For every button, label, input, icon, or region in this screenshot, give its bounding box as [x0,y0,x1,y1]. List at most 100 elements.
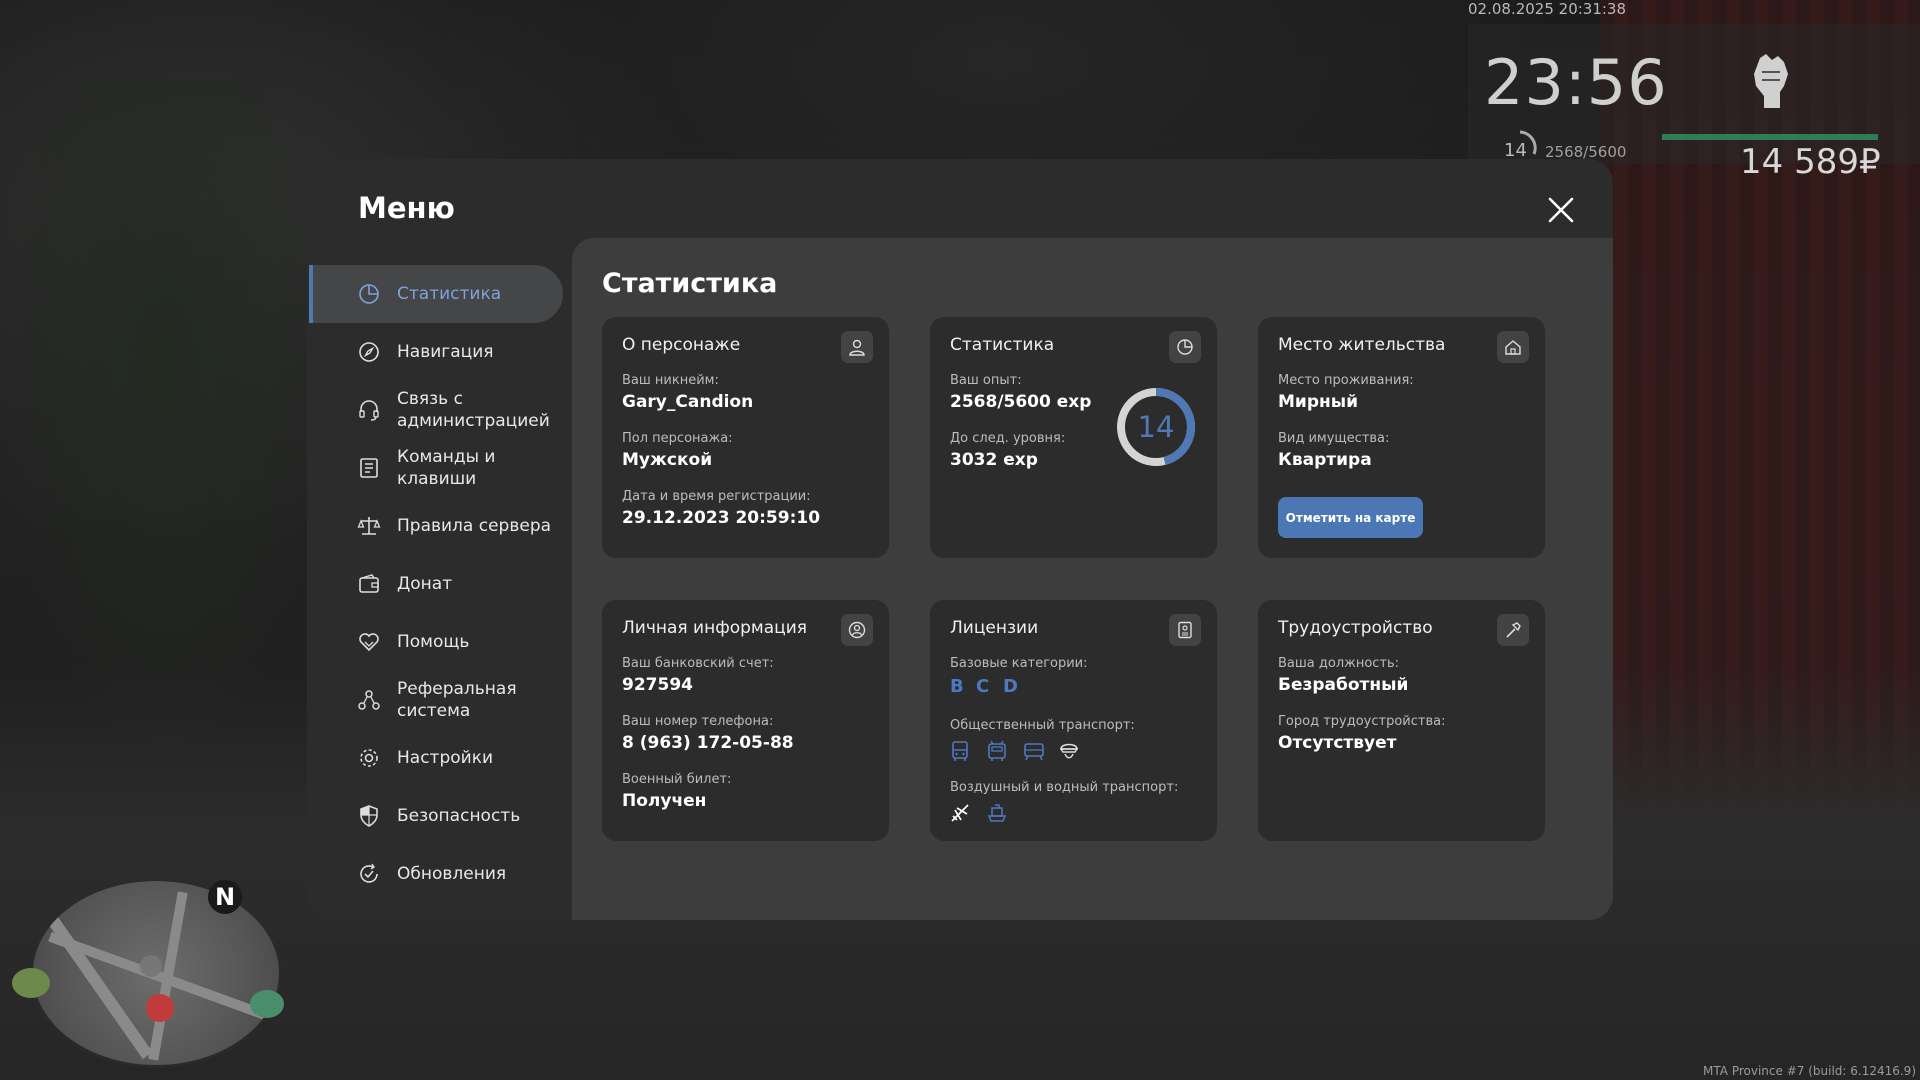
pie-chart-icon [359,284,379,304]
hud-money: 14 589₽ [1740,142,1881,182]
sidebar-item-referral[interactable]: Реферальная система [309,671,563,729]
card-icon-button [1497,331,1529,363]
sidebar-item-rules[interactable]: Правила сервера [309,497,563,555]
license-document-icon [1178,621,1192,639]
card-icon-button [1497,614,1529,646]
property-type-value: Квартира [1278,450,1372,470]
position-value: Безработный [1278,675,1409,695]
gender-value: Мужской [622,450,713,470]
registration-label: Дата и время регистрации: [622,489,811,504]
level-number: 14 [1138,410,1175,444]
phone-label: Ваш номер телефона: [622,714,774,729]
license-category-b: B [950,676,964,697]
sidebar-item-statistics[interactable]: Статистика [309,265,563,323]
wallet-icon [359,574,379,593]
sidebar-item-donate[interactable]: Донат [309,555,563,613]
card-residence: Место жительства Место проживания: Мирны… [1258,317,1545,558]
hud-datetime: 02.08.2025 20:31:38 [1468,0,1627,18]
card-statistics: Статистика Ваш опыт: 2568/5600 exp До сл… [930,317,1217,558]
sidebar-item-security[interactable]: Безопасность [309,787,563,845]
bus-icon [952,741,968,761]
user-icon [849,339,865,356]
hammer-icon [1506,622,1521,638]
sidebar-item-label: Навигация [397,342,494,362]
card-title: Личная информация [622,618,808,638]
military-id-value: Получен [622,791,707,811]
work-city-value: Отсутствует [1278,733,1397,753]
content-title: Статистика [602,268,778,299]
bank-blip-icon [12,968,50,998]
scales-icon [357,517,381,535]
sidebar-item-label: Реферальная система [397,679,517,721]
mark-on-map-button[interactable]: Отметить на карте [1278,497,1423,538]
content-panel: Статистика О персонаже Ваш никнейм: Gary… [572,238,1613,920]
registration-value: 29.12.2023 20:59:10 [622,508,821,528]
card-employment: Трудоустройство Ваша должность: Безработ… [1258,600,1545,841]
sidebar-item-label: Команды и клавиши [397,447,496,489]
shield-icon [360,805,378,827]
document-list-icon [360,458,378,478]
sidebar-item-label: Настройки [397,748,494,768]
sidebar-item-help[interactable]: Помощь [309,613,563,671]
car-blip-icon [250,990,284,1018]
fist-icon [1754,54,1788,108]
exp-label: Ваш опыт: [950,373,1022,388]
card-licenses: Лицензии Базовые категории: B C D Общест… [930,600,1217,841]
phone-value: 8 (963) 172-05-88 [622,733,794,753]
hud-health-bar [1662,134,1878,140]
sidebar-item-commands[interactable]: Команды и клавиши [309,439,563,497]
menu-window: Меню Статистика Навигация Связь с админи… [307,159,1613,920]
card-icon-button [841,614,873,646]
card-icon-button [841,331,873,363]
position-label: Ваша должность: [1278,656,1400,671]
next-level-label: До след. уровня: [950,431,1066,446]
sidebar-item-label: Помощь [397,632,470,652]
basic-categories-label: Базовые категории: [950,656,1088,671]
build-version: MTA Province #7 (build: 6.12416.9) [1703,1064,1916,1078]
minimap-north-marker: N [208,880,242,914]
menu-title: Меню [358,191,455,225]
pie-chart-icon [1177,339,1193,355]
card-title: О персонаже [622,335,741,355]
hospital-blip-icon [146,994,174,1022]
level-progress-ring: 14 [1117,388,1195,466]
hud-clock: 23:56 [1484,46,1668,119]
sidebar-item-admin-contact[interactable]: Связь с администрацией [309,381,563,439]
nickname-label: Ваш никнейм: [622,373,719,388]
card-title: Лицензии [950,618,1039,638]
conductor-cap-icon [1059,743,1079,759]
hud-level: 14 [1504,140,1527,161]
sidebar-item-label: Донат [397,574,453,594]
boat-icon [987,804,1007,822]
headset-icon [359,400,379,421]
nickname-value: Gary_Candion [622,392,754,412]
sidebar-item-label: Обновления [397,864,507,884]
card-title: Статистика [950,335,1055,355]
user-circle-icon [848,621,866,639]
card-character: О персонаже Ваш никнейм: Gary_Candion По… [602,317,889,558]
trolleybus-icon [988,740,1006,761]
sidebar-item-label: Безопасность [397,806,521,826]
military-id-label: Военный билет: [622,772,732,787]
sidebar-item-label: Связь с администрацией [397,389,550,431]
refresh-check-icon [360,863,378,883]
tram-icon [1024,743,1044,761]
house-blip-icon [140,955,162,977]
sidebar-item-label: Статистика [397,284,502,304]
compass-icon [359,342,379,362]
card-icon-button [1169,614,1201,646]
gender-label: Пол персонажа: [622,431,733,446]
airplane-icon [951,804,969,822]
heart-hands-icon [359,633,379,652]
sidebar-item-label: Правила сервера [397,516,552,536]
work-city-label: Город трудоустройства: [1278,714,1446,729]
house-icon [1505,340,1521,355]
sidebar-item-settings[interactable]: Настройки [309,729,563,787]
residence-place-value: Мирный [1278,392,1359,412]
sidebar-item-navigation[interactable]: Навигация [309,323,563,381]
public-transport-label: Общественный транспорт: [950,718,1135,733]
close-icon[interactable] [1545,194,1577,226]
sidebar-item-updates[interactable]: Обновления [309,845,563,903]
license-category-c: C [976,676,990,697]
bank-account-label: Ваш банковский счет: [622,656,774,671]
